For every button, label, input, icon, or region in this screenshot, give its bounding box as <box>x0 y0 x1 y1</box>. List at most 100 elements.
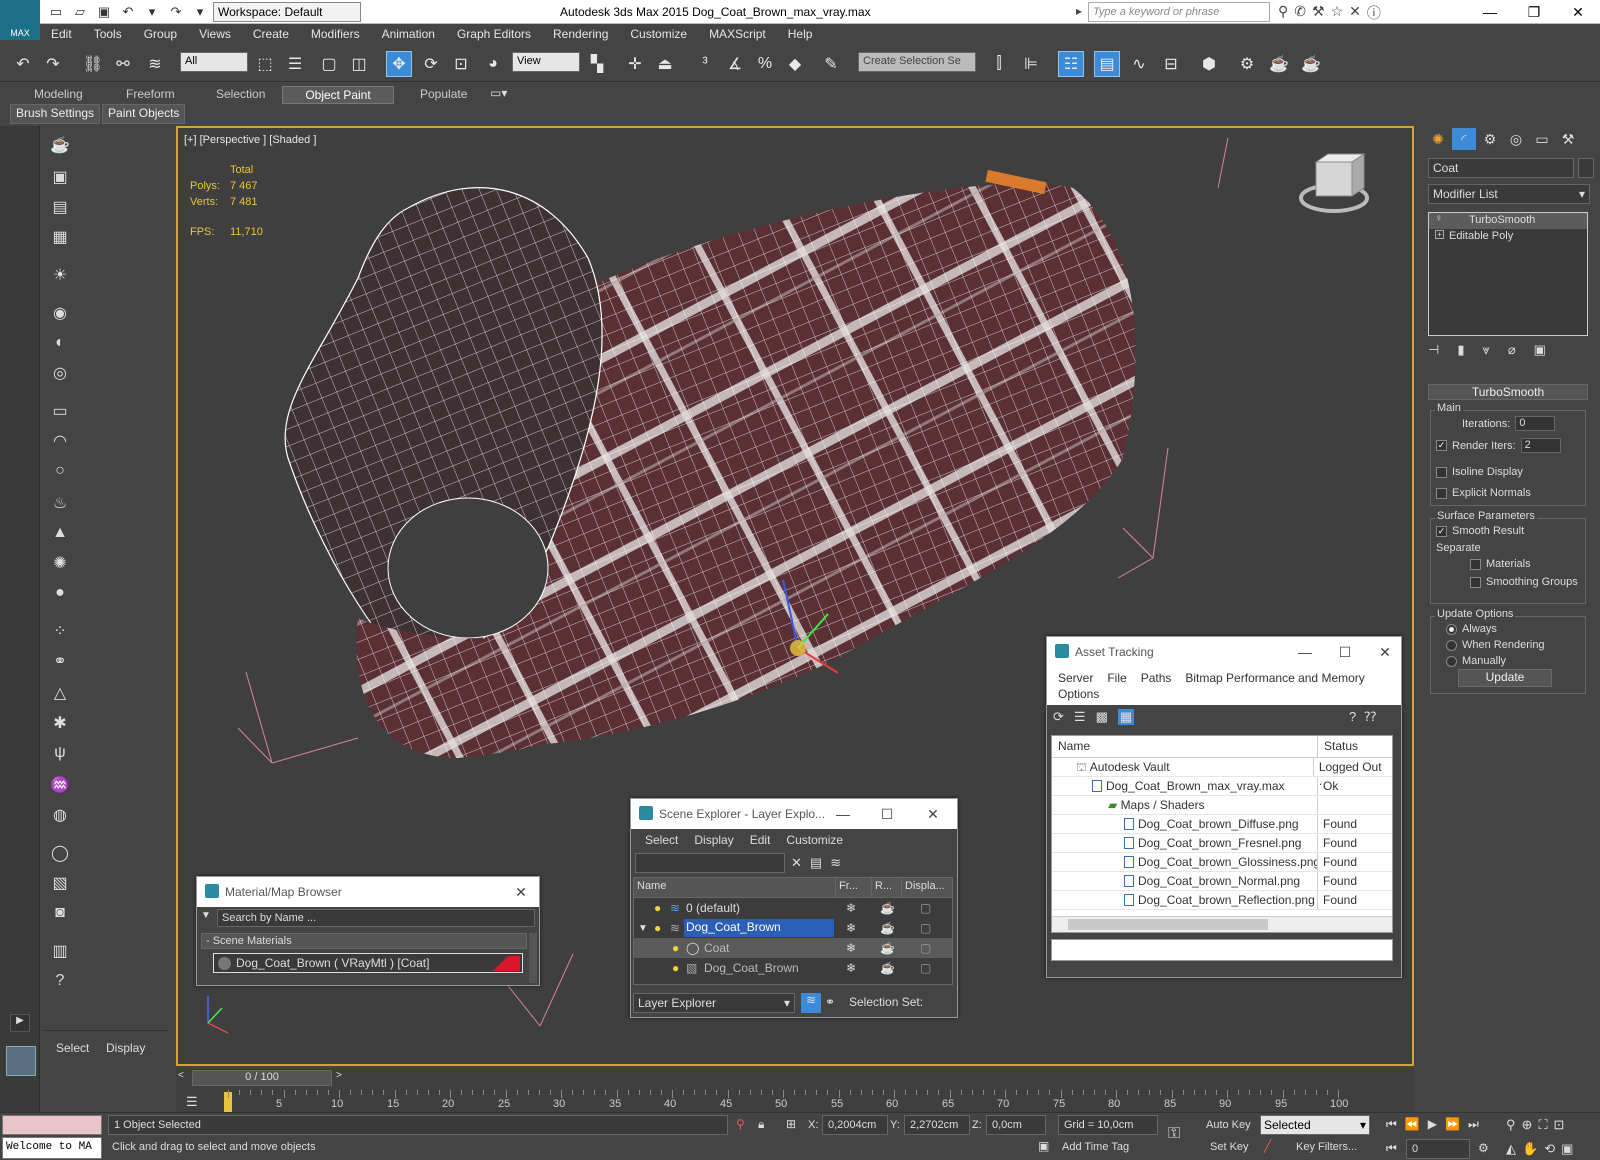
menu-server[interactable]: Server <box>1051 671 1100 685</box>
freeze-snowflake-icon[interactable]: ❄ <box>846 961 856 975</box>
list-view-icon[interactable]: ☰ <box>1074 709 1086 725</box>
named-selection-set-input[interactable]: Create Selection Se <box>858 52 976 72</box>
help-query-icon[interactable]: ⁇ <box>1364 709 1376 725</box>
viewport-thumbnail[interactable] <box>6 1046 36 1076</box>
freeze-snowflake-icon[interactable]: ❄ <box>846 921 856 935</box>
menu-display[interactable]: Display <box>686 833 741 847</box>
cone-icon[interactable]: ▲ <box>46 520 74 546</box>
menu-file[interactable]: File <box>1100 671 1133 685</box>
table-row[interactable]: Dog_Coat_brown_Fresnel.png Found <box>1052 834 1392 853</box>
scene-explorer-icon[interactable]: ☷ <box>1058 51 1084 77</box>
light-bulb-icon[interactable]: ♀ <box>1435 213 1443 224</box>
disc-icon[interactable]: ● <box>46 580 74 606</box>
vertical-scrollbar[interactable] <box>529 933 537 983</box>
menu-rendering[interactable]: Rendering <box>542 24 619 46</box>
time-tag-icon[interactable]: ▣ <box>1038 1139 1049 1153</box>
list-icon[interactable]: ▤ <box>46 194 74 220</box>
key-icon[interactable]: ⚿ <box>1168 1125 1180 1143</box>
undo-dropdown-icon[interactable]: ▾ <box>142 2 162 22</box>
menu-edit[interactable]: Edit <box>742 833 779 847</box>
files-icon[interactable]: ▥ <box>46 938 74 964</box>
tab-freeform[interactable]: Freeform <box>116 86 185 104</box>
show-end-result-icon[interactable]: ▮ <box>1457 342 1464 358</box>
object-row[interactable]: ● ◯ Coat ❄ ☕ ▢ <box>634 938 952 958</box>
scene-explorer-titlebar[interactable]: Scene Explorer - Layer Explo... — ☐ ✕ <box>631 799 957 829</box>
display-box-icon[interactable]: ▢ <box>920 901 931 915</box>
redo-dropdown-icon[interactable]: ▾ <box>190 2 210 22</box>
layers-mode-icon[interactable]: ≋ <box>801 993 821 1013</box>
thumbnail-view-icon[interactable]: ▩ <box>1096 709 1108 725</box>
new-layer-icon[interactable]: ▤ <box>810 855 822 871</box>
goto-end-icon[interactable]: ⏭ <box>1468 1117 1479 1132</box>
zoom-extents-icon[interactable]: ⛶ <box>1538 1117 1547 1133</box>
rect-selection-icon[interactable]: ▢ <box>316 51 342 77</box>
curve-editor-icon[interactable]: ∿ <box>1126 51 1152 77</box>
z-coordinate[interactable]: 0,0cm <box>986 1115 1046 1135</box>
menu-paths[interactable]: Paths <box>1134 671 1179 685</box>
bind-spacewarp-icon[interactable]: ≋ <box>142 51 168 77</box>
keyword-search-input[interactable]: Type a keyword or phrase <box>1088 2 1270 22</box>
iterations-spinner[interactable]: 0 <box>1515 416 1556 431</box>
maxscript-welcome[interactable]: Welcome to MA <box>2 1137 102 1159</box>
absolute-mode-icon[interactable]: ⊞ <box>786 1117 796 1131</box>
orbit-icon[interactable]: ⟲ <box>1544 1141 1555 1157</box>
update-button[interactable]: Update <box>1458 669 1552 687</box>
material-editor-icon[interactable]: ⬢ <box>1196 51 1222 77</box>
render-teapot-icon[interactable]: ☕ <box>880 921 895 935</box>
help-icon[interactable]: ? <box>1349 709 1356 725</box>
menu-create[interactable]: Create <box>242 24 300 46</box>
select-by-name-icon[interactable]: ☰ <box>282 51 308 77</box>
spinner-snap-icon[interactable]: ◆ <box>782 51 808 77</box>
render-production-icon[interactable]: ☕ <box>1298 51 1324 77</box>
explorer-mode-dropdown[interactable]: Layer Explorer ▾ <box>633 993 795 1013</box>
pan-icon[interactable]: ✋ <box>1522 1141 1538 1157</box>
ribbon-options-icon[interactable]: ▭▾ <box>490 86 507 100</box>
grass-icon[interactable]: ψ <box>46 740 74 766</box>
camera-icon[interactable]: ◉ <box>46 300 74 326</box>
expand-arrow-icon[interactable]: ▶ <box>10 1014 30 1032</box>
scene-states-icon[interactable]: ◙ <box>46 900 74 926</box>
light-bulb-icon[interactable]: ☀ <box>46 262 74 288</box>
pyramid-icon[interactable]: △ <box>46 680 74 706</box>
expand-plus-icon[interactable]: + <box>1435 230 1444 239</box>
selection-lock-icon[interactable]: 🔒︎ <box>758 1117 764 1132</box>
isoline-checkbox[interactable] <box>1436 466 1447 478</box>
subscription-icon[interactable]: ⚒ <box>1312 3 1325 23</box>
tab-object-paint[interactable]: Object Paint <box>282 86 394 104</box>
time-slider[interactable]: 0 / 100 <box>192 1070 332 1086</box>
clear-search-icon[interactable]: ✕ <box>791 855 802 871</box>
menu-customize[interactable]: Customize <box>778 833 851 847</box>
collapse-arrow-icon[interactable]: ▼ <box>638 923 648 934</box>
pivot-center-icon[interactable]: ▚ <box>584 51 610 77</box>
place-icon[interactable]: ◕ <box>480 51 506 77</box>
redo-icon[interactable]: ↷ <box>166 2 186 22</box>
zoom-icon[interactable]: ⚲ <box>1506 1117 1516 1133</box>
minimize-icon[interactable]: — <box>1468 0 1512 24</box>
close-icon[interactable]: ✕ <box>919 803 947 825</box>
video-camera-icon[interactable]: ◎ <box>46 360 74 386</box>
link-icon[interactable]: ⛓ <box>80 51 106 77</box>
table-view-icon[interactable]: ▦ <box>1117 709 1135 725</box>
mirror-icon[interactable]: ⫿ <box>986 51 1012 77</box>
minimize-icon[interactable]: — <box>829 803 857 825</box>
object-color-swatch[interactable] <box>1578 158 1594 178</box>
hemisphere-icon[interactable]: ◠ <box>46 428 74 454</box>
explicit-normals-checkbox[interactable] <box>1436 487 1447 499</box>
blue-sphere-icon[interactable]: ◯ <box>46 840 74 866</box>
col-status[interactable]: Status <box>1318 736 1364 757</box>
time-slider-next-icon[interactable]: > <box>336 1070 342 1081</box>
next-frame-icon[interactable]: ⏩ <box>1445 1117 1460 1132</box>
table-row[interactable]: Dog_Coat_brown_Glossiness.png Found <box>1052 853 1392 872</box>
light-bulb-icon[interactable]: ● <box>654 901 661 915</box>
select-move-icon[interactable]: ✥ <box>386 51 412 77</box>
zoom-extents-all-icon[interactable]: ⊡ <box>1554 1117 1565 1133</box>
smoothing-groups-checkbox[interactable] <box>1470 576 1481 588</box>
menu-group[interactable]: Group <box>133 24 188 46</box>
modifier-list-dropdown[interactable]: Modifier List ▾ <box>1428 184 1590 204</box>
layer-row[interactable]: ▼ ● ≋ Dog_Coat_Brown ❄ ☕ ▢ <box>634 918 952 938</box>
trackbar-toggle-icon[interactable]: ☰ <box>186 1094 198 1110</box>
stack-item-editable-poly[interactable]: + Editable Poly <box>1429 229 1587 245</box>
stack-item-turbosmooth[interactable]: ♀ TurboSmooth <box>1429 213 1587 229</box>
render-iters-checkbox[interactable]: ✓ <box>1436 440 1447 451</box>
align-icon[interactable]: ⊫ <box>1018 51 1044 77</box>
